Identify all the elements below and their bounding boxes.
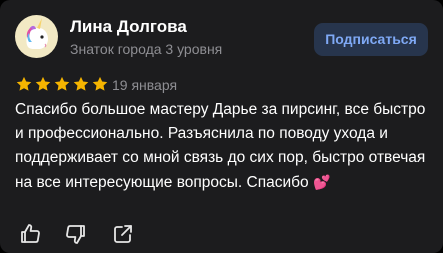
user-avatar[interactable] (15, 15, 58, 58)
star-icon (54, 76, 70, 91)
heart-emoji: 💕 (312, 174, 331, 190)
like-button[interactable] (18, 222, 42, 246)
share-icon (114, 225, 132, 243)
share-button[interactable] (111, 222, 135, 246)
user-level: Знаток города 3 уровня (70, 41, 223, 57)
review-text: Спасибо большое мастеру Дарье за пирсинг… (15, 98, 430, 195)
unicorn-icon (26, 18, 48, 49)
thumbs-down-icon (66, 225, 85, 244)
star-icon (35, 76, 51, 91)
user-name[interactable]: Лина Долгова (70, 17, 187, 37)
star-icon (16, 76, 32, 91)
dislike-button[interactable] (64, 222, 88, 246)
star-icon (73, 76, 89, 91)
thumbs-up-icon (21, 224, 40, 243)
review-card: Лина Долгова Знаток города 3 уровня Подп… (0, 0, 443, 253)
star-rating (15, 75, 109, 93)
review-date: 19 января (112, 77, 178, 93)
star-icon (92, 76, 108, 91)
review-text-body: Спасибо большое мастеру Дарье за пирсинг… (15, 101, 426, 191)
subscribe-button[interactable]: Подписаться (314, 23, 428, 56)
